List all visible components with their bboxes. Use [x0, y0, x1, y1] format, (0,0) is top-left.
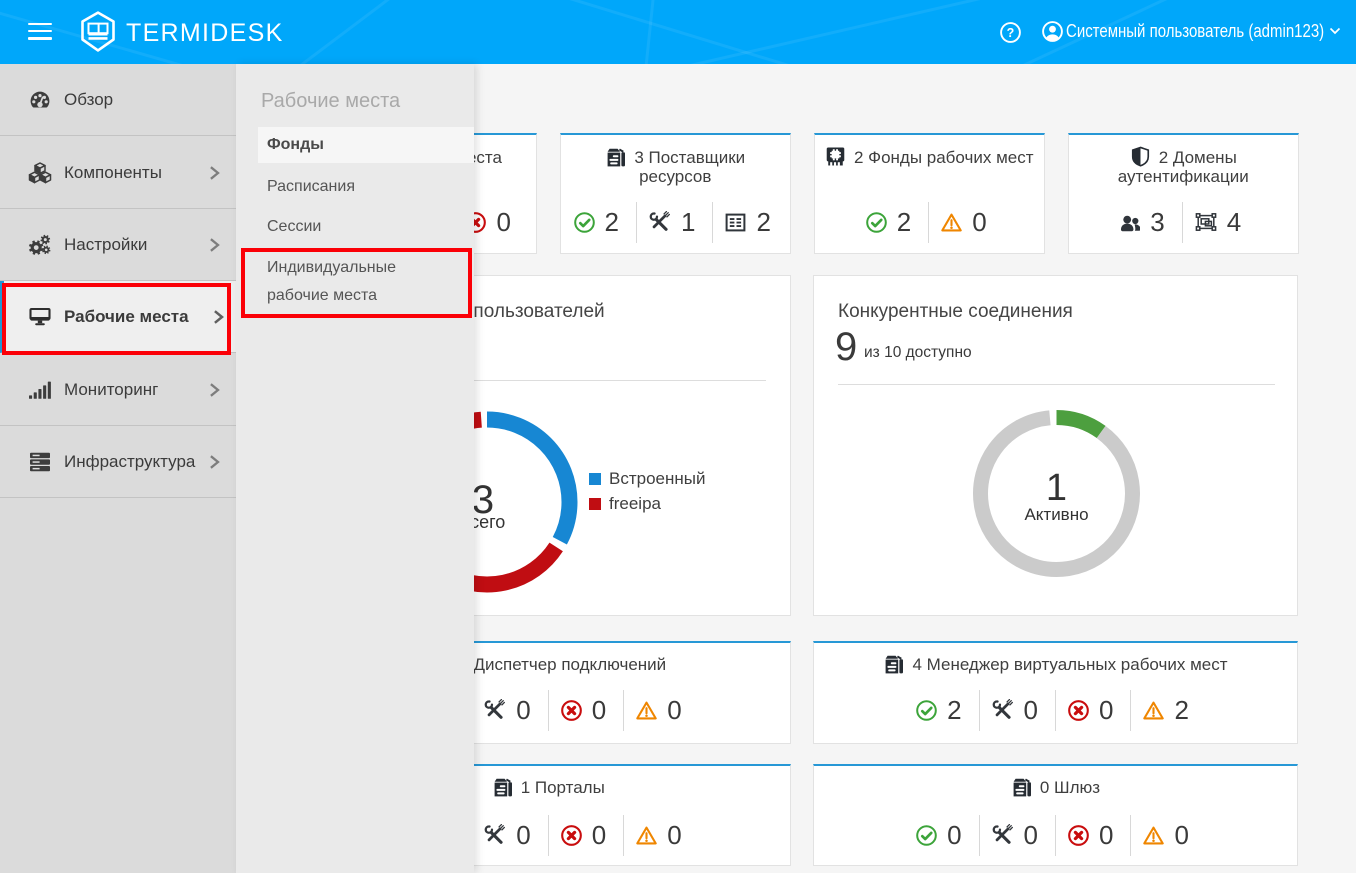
- svg-text:?: ?: [1007, 26, 1015, 40]
- svg-text:Активно: Активно: [1024, 505, 1088, 524]
- svg-text:1: 1: [1046, 467, 1067, 509]
